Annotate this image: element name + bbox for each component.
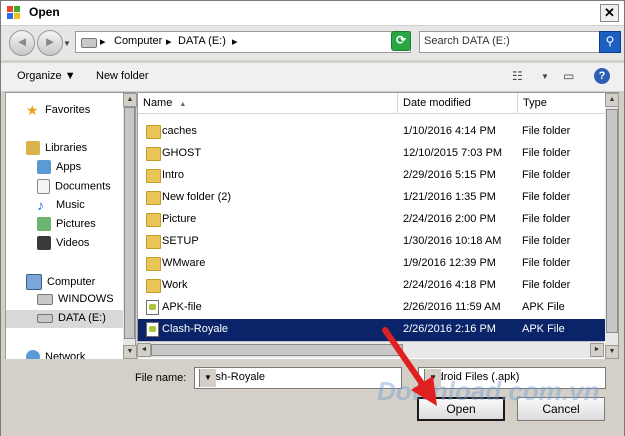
crumb-separator-icon[interactable]: ▸ xyxy=(100,35,106,48)
folder-icon xyxy=(146,213,161,227)
forward-button[interactable]: ► xyxy=(37,30,63,56)
sidebar-item-computer[interactable]: Computer xyxy=(26,274,95,290)
column-headers: Name ▲ Date modified Type xyxy=(138,93,605,114)
folder-icon xyxy=(146,169,161,183)
scroll-up-icon[interactable]: ▲ xyxy=(605,93,619,107)
scroll-thumb[interactable] xyxy=(151,344,403,356)
vertical-scrollbar[interactable]: ▲ ▼ xyxy=(605,92,619,360)
scroll-up-icon[interactable]: ▲ xyxy=(123,93,137,107)
red-arrow-annotation xyxy=(382,327,437,406)
file-row[interactable]: Picture 2/24/2016 2:00 PM File folder xyxy=(138,209,605,231)
back-button[interactable]: ◄ xyxy=(9,30,35,56)
apk-file-icon xyxy=(146,322,159,337)
sidebar-item-music[interactable]: ♪ Music xyxy=(37,198,85,212)
navigation-pane: ★ Favorites Libraries Apps Documents ♪ Mus… xyxy=(5,92,125,360)
scroll-left-icon[interactable]: ◄ xyxy=(137,343,151,357)
column-header-type[interactable]: Type xyxy=(518,93,605,113)
drive-icon xyxy=(81,38,97,48)
sidebar-item-documents[interactable]: Documents xyxy=(37,179,111,194)
folder-icon xyxy=(146,125,161,139)
sidebar-item-windows[interactable]: WINDOWS xyxy=(37,293,114,305)
file-row[interactable]: SETUP 1/30/2016 10:18 AM File folder xyxy=(138,231,605,253)
address-bar[interactable]: ▸ Computer ▸ DATA (E:) ▸ ▼ xyxy=(75,31,411,53)
windows-drive-icon xyxy=(37,293,53,305)
file-name-dropdown-icon[interactable]: ▼ xyxy=(199,369,216,387)
file-row[interactable]: Intro 2/29/2016 5:15 PM File folder xyxy=(138,165,605,187)
videos-icon xyxy=(37,236,51,250)
sidebar-item-videos[interactable]: Videos xyxy=(37,236,89,250)
window-title: Open xyxy=(29,5,60,19)
star-icon: ★ xyxy=(26,102,39,118)
scroll-down-icon[interactable]: ▼ xyxy=(605,345,619,359)
sidebar-item-apps[interactable]: Apps xyxy=(37,160,81,174)
search-placeholder: Search DATA (E:) xyxy=(424,35,510,47)
file-row[interactable]: New folder (2) 1/21/2016 1:35 PM File fold… xyxy=(138,187,605,209)
apps-icon xyxy=(37,160,51,174)
scroll-thumb[interactable] xyxy=(124,107,135,339)
sidebar-item-favorites[interactable]: ★ Favorites xyxy=(26,103,90,117)
preview-pane-icon[interactable]: ▭ xyxy=(563,69,574,83)
file-row-selected[interactable]: Clash-Royale 2/26/2016 2:16 PM APK File xyxy=(138,319,605,341)
file-row[interactable]: APK-file 2/26/2016 11:59 AM APK File xyxy=(138,297,605,319)
organize-label: Organize xyxy=(17,70,62,82)
sidebar-item-libraries[interactable]: Libraries xyxy=(26,141,87,155)
folder-icon xyxy=(146,279,161,293)
search-input[interactable]: Search DATA (E:) xyxy=(419,31,601,53)
sidebar-item-pictures[interactable]: Pictures xyxy=(37,217,96,231)
crumb-separator-icon[interactable]: ▸ xyxy=(232,35,238,48)
title-bar: Open ✕ xyxy=(1,1,624,26)
file-row[interactable]: GHOST 12/10/2015 7:03 PM File folder xyxy=(138,143,605,165)
music-icon: ♪ xyxy=(37,197,44,213)
open-dialog: Open ✕ ◄ ► ▼ ▸ Computer ▸ DATA (E:) ▸ ▼ … xyxy=(0,0,625,436)
folder-icon xyxy=(146,257,161,271)
sort-up-icon: ▲ xyxy=(179,101,187,108)
view-options-icon[interactable]: ☷ xyxy=(512,69,523,83)
sidebar-item-data-drive[interactable]: DATA (E:) xyxy=(37,312,106,324)
file-row[interactable]: caches 1/10/2016 4:14 PM File folder xyxy=(138,121,605,143)
breadcrumb-computer[interactable]: Computer xyxy=(114,35,162,47)
scroll-right-icon[interactable]: ► xyxy=(590,343,604,357)
crumb-separator-icon[interactable]: ▸ xyxy=(166,35,172,48)
file-row[interactable]: WMware 1/9/2016 12:39 PM File folder xyxy=(138,253,605,275)
column-header-name[interactable]: Name ▲ xyxy=(138,93,398,113)
navigation-bar: ◄ ► ▼ ▸ Computer ▸ DATA (E:) ▸ ▼ Search … xyxy=(1,26,624,60)
search-icon[interactable]: ⚲ xyxy=(599,31,621,53)
help-icon[interactable]: ? xyxy=(594,68,610,84)
navigation-scrollbar[interactable]: ▲ ▼ xyxy=(123,92,137,360)
recent-pages-chevron-icon[interactable]: ▼ xyxy=(63,39,71,48)
file-name-input[interactable]: Clash-Royale ▼ xyxy=(194,367,402,389)
file-list: Name ▲ Date modified Type caches 1/10/201… xyxy=(137,92,606,360)
file-row[interactable]: Work 2/24/2016 4:18 PM File folder xyxy=(138,275,605,297)
pictures-icon xyxy=(37,217,51,231)
libraries-icon xyxy=(26,141,40,155)
scroll-down-icon[interactable]: ▼ xyxy=(123,345,137,359)
horizontal-scrollbar[interactable]: ◄ ► xyxy=(137,341,604,358)
scroll-thumb[interactable] xyxy=(606,109,618,333)
file-name-label: File name: xyxy=(135,372,187,384)
documents-icon xyxy=(37,179,50,194)
breadcrumb-data-drive[interactable]: DATA (E:) xyxy=(178,35,226,47)
organize-button[interactable]: Organize ▼ xyxy=(17,70,76,82)
folder-icon xyxy=(146,235,161,249)
refresh-icon[interactable]: ⟳ xyxy=(391,31,411,51)
app-icon xyxy=(7,6,20,19)
drive-icon xyxy=(37,313,53,323)
close-button[interactable]: ✕ xyxy=(600,4,619,22)
folder-icon xyxy=(146,191,161,205)
column-header-date[interactable]: Date modified xyxy=(398,93,518,113)
computer-icon xyxy=(26,274,42,290)
new-folder-button[interactable]: New folder xyxy=(96,70,149,82)
apk-file-icon xyxy=(146,300,159,315)
folder-icon xyxy=(146,147,161,161)
view-dropdown-icon[interactable]: ▼ xyxy=(541,72,549,81)
command-toolbar: Organize ▼ New folder ☷ ▼ ▭ ? xyxy=(1,62,624,92)
